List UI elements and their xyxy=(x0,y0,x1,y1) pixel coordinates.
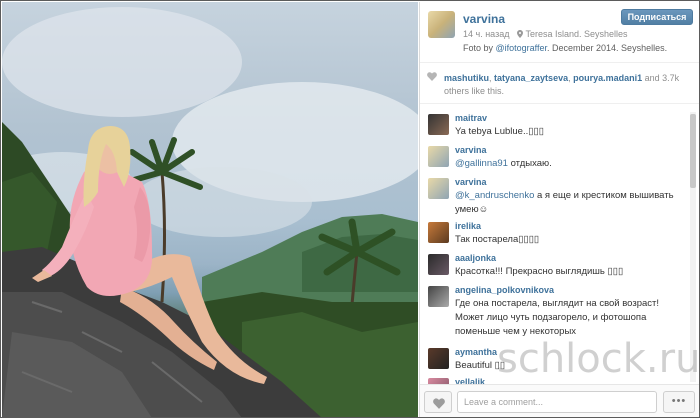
commenter-avatar[interactable] xyxy=(428,222,449,243)
comment-username[interactable]: varvina xyxy=(455,177,487,187)
likes-count: and 3.7k xyxy=(642,73,680,83)
caption-mention[interactable]: @ifotograffer xyxy=(496,43,548,53)
commenter-avatar[interactable] xyxy=(428,178,449,199)
heart-icon xyxy=(433,398,445,409)
liker-3[interactable]: pourya.madani1 xyxy=(573,73,642,83)
comment-text: Так постарела▯▯▯▯ xyxy=(455,233,685,247)
commenter-avatar[interactable] xyxy=(428,348,449,369)
comment-text: Красотка!!! Прекрасно выглядишь ▯▯▯ xyxy=(455,265,685,279)
scrollbar-thumb[interactable] xyxy=(690,114,696,188)
post-location[interactable]: Teresa Island. Seyshelles xyxy=(525,29,627,39)
comment-username[interactable]: irelika xyxy=(455,221,481,231)
comment-body: Так постарела xyxy=(455,234,519,245)
commenter-avatar[interactable] xyxy=(428,286,449,307)
liker-2[interactable]: tatyana_zaytseva xyxy=(494,73,568,83)
comment-text: Где она постарела, выглядит на свой возр… xyxy=(455,298,660,337)
comment-body: Beautiful xyxy=(455,360,495,371)
comment-body: Ya tebya Lublue.. xyxy=(455,126,529,137)
post-time[interactable]: 14 ч. назад xyxy=(463,29,509,39)
comment-mention[interactable]: @gallinna91 xyxy=(455,158,508,169)
comment-username[interactable]: maitrav xyxy=(455,113,487,123)
liker-1[interactable]: mashutiku xyxy=(444,73,489,83)
comment-username[interactable]: aaaljonka xyxy=(455,253,496,263)
heart-icon xyxy=(427,72,437,81)
likes-others: others like this. xyxy=(444,86,505,96)
post-photo[interactable] xyxy=(2,2,418,417)
comment-text: @k_andruschenko а я еще и крестиком выши… xyxy=(455,189,685,217)
comment-emoji: ▯▯▯ xyxy=(607,266,624,277)
comment-emoji: ▯▯▯ xyxy=(528,126,544,137)
commenter-avatar[interactable] xyxy=(428,254,449,275)
author-avatar[interactable] xyxy=(428,11,455,38)
comment-text: @gallinna91 отдыхаю. xyxy=(455,157,685,171)
commenter-avatar[interactable] xyxy=(428,146,449,167)
comment-body: отдыхаю. xyxy=(507,158,552,169)
photo-scene xyxy=(2,7,418,417)
instagram-post-window: varvina Подписаться 14 ч. назад Teresa Is… xyxy=(0,0,700,418)
comment-mention[interactable]: @k_andruschenko xyxy=(455,190,534,201)
comment-username[interactable]: yellalik xyxy=(455,377,485,384)
like-button[interactable] xyxy=(424,391,452,413)
likes-section: mashutiku, tatyana_zaytseva, pourya.mada… xyxy=(420,62,699,104)
watermark: schlock.ru xyxy=(497,336,700,382)
more-options-button[interactable]: ••• xyxy=(663,391,695,413)
comment-username[interactable]: angelina_polkovnikova xyxy=(455,285,554,295)
location-pin-icon xyxy=(517,30,524,38)
post-caption: Foto by @ifotograffer. December 2014. Se… xyxy=(463,43,667,53)
likes-text: mashutiku, tatyana_zaytseva, pourya.mada… xyxy=(444,73,680,96)
caption-suffix: . December 2014. Seyshelles. xyxy=(547,43,668,53)
comment-body: Красотка!!! Прекрасно выглядишь xyxy=(455,266,608,277)
comment-emoji: ▯▯▯▯ xyxy=(518,234,540,245)
post-meta: 14 ч. назад Teresa Island. Seyshelles xyxy=(463,29,628,39)
post-header: varvina Подписаться 14 ч. назад Teresa Is… xyxy=(420,2,699,62)
commenter-avatar[interactable] xyxy=(428,114,449,135)
author-username[interactable]: varvina xyxy=(463,12,505,26)
caption-prefix: Foto by xyxy=(463,43,496,53)
comment-footer: ••• xyxy=(420,384,699,417)
comment-username[interactable]: varvina xyxy=(455,145,487,155)
comment-text: Ya tebya Lublue..▯▯▯ xyxy=(455,125,685,139)
comment-username[interactable]: aymantha xyxy=(455,347,497,357)
comment-input[interactable] xyxy=(457,391,657,413)
follow-button[interactable]: Подписаться xyxy=(621,9,693,25)
